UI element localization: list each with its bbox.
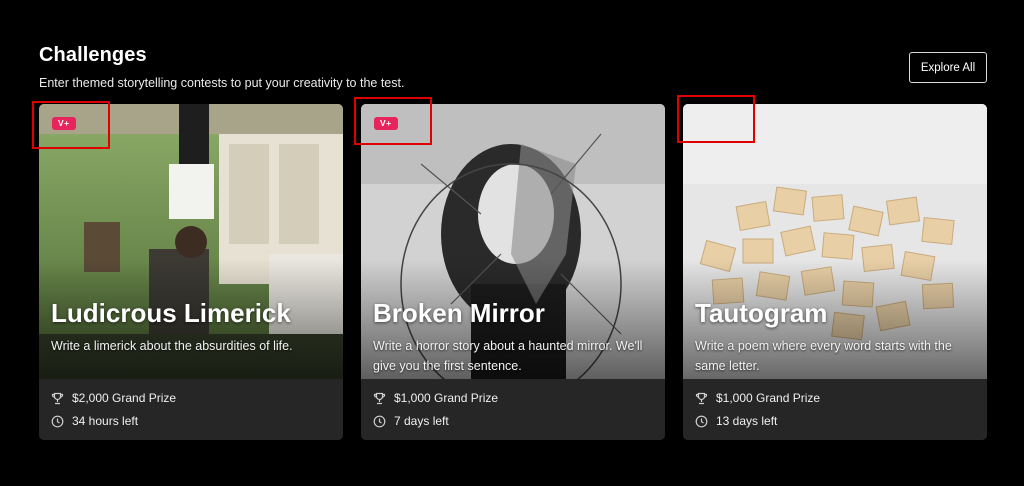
challenge-card-limerick[interactable]: V+ Ludicrous Limerick Write a limerick a… bbox=[39, 104, 343, 440]
challenge-title: Ludicrous Limerick bbox=[51, 298, 291, 328]
trophy-icon bbox=[695, 392, 708, 405]
trophy-icon bbox=[51, 392, 64, 405]
card-meta bbox=[361, 379, 665, 440]
challenge-description: Write a limerick about the absurdities o… bbox=[51, 339, 293, 353]
challenge-title: Broken Mirror bbox=[373, 298, 545, 328]
challenges-header: Challenges Enter themed storytelling con… bbox=[39, 44, 404, 90]
section-title: Challenges bbox=[39, 44, 147, 66]
time-left-text: 34 hours left bbox=[72, 414, 139, 428]
challenge-title: Tautogram bbox=[695, 298, 828, 328]
section-subtitle: Enter themed storytelling contests to pu… bbox=[39, 76, 405, 90]
time-row: 7 days left bbox=[373, 414, 449, 428]
card-meta bbox=[39, 379, 343, 440]
prize-text: $2,000 Grand Prize bbox=[72, 391, 177, 405]
explore-all-button[interactable]: Explore All bbox=[909, 52, 987, 83]
card-meta bbox=[683, 379, 987, 440]
challenge-card-tautogram[interactable]: Tautogram Write a poem where every word … bbox=[683, 104, 987, 440]
clock-icon bbox=[695, 415, 708, 428]
challenge-description: Write a poem where every word starts wit… bbox=[695, 339, 952, 373]
prize-row: $1,000 Grand Prize bbox=[373, 391, 498, 405]
time-row: 34 hours left bbox=[51, 414, 138, 428]
challenge-card-broken-mirror[interactable]: V+ Broken Mirror Write a horror story ab… bbox=[361, 104, 665, 440]
time-left-text: 7 days left bbox=[394, 414, 449, 428]
clock-icon bbox=[51, 415, 64, 428]
prize-row: $2,000 Grand Prize bbox=[51, 391, 176, 405]
premium-badge: V+ bbox=[374, 117, 398, 130]
time-left-text: 13 days left bbox=[716, 414, 778, 428]
prize-text: $1,000 Grand Prize bbox=[394, 391, 499, 405]
clock-icon bbox=[373, 415, 386, 428]
prize-text: $1,000 Grand Prize bbox=[716, 391, 821, 405]
challenge-description: Write a horror story about a haunted mir… bbox=[373, 339, 643, 373]
trophy-icon bbox=[373, 392, 386, 405]
time-row: 13 days left bbox=[695, 414, 777, 428]
premium-badge: V+ bbox=[52, 117, 76, 130]
prize-row: $1,000 Grand Prize bbox=[695, 391, 820, 405]
